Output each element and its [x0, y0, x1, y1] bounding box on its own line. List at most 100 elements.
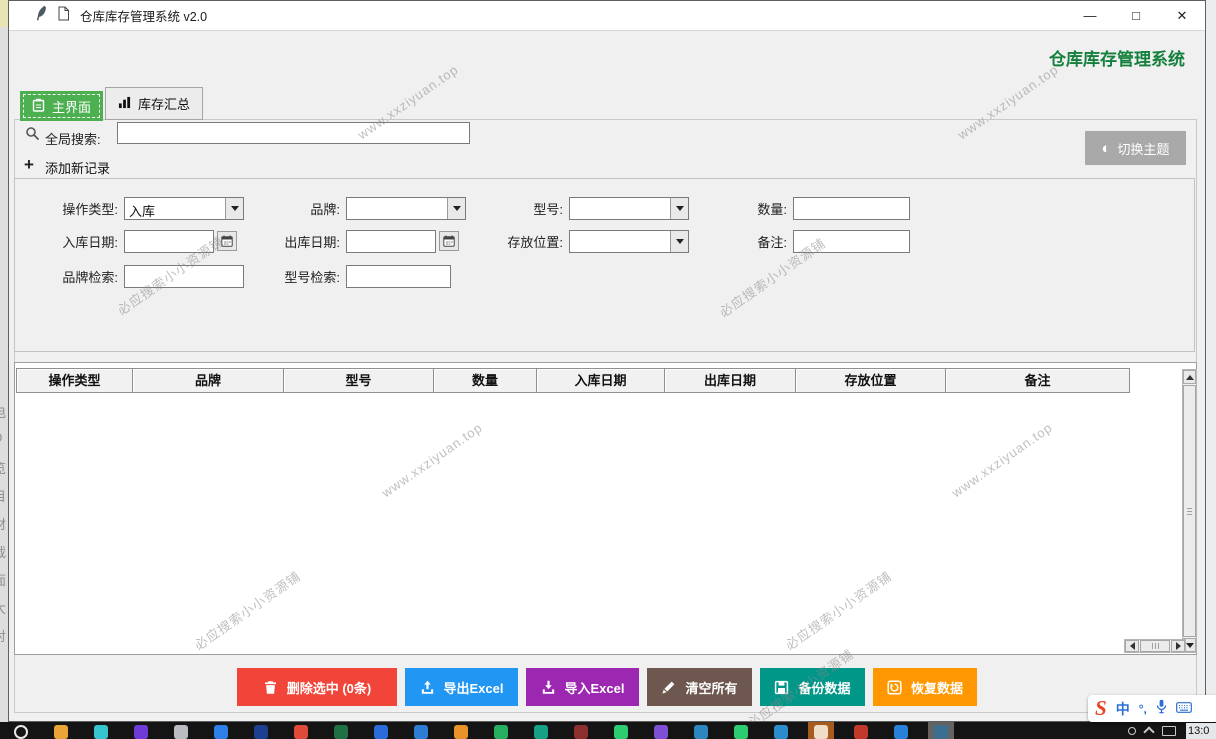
- taskbar-icon-gray-app[interactable]: [174, 722, 188, 739]
- model-combobox[interactable]: [569, 197, 689, 220]
- taskbar-icon-blue-app[interactable]: [414, 722, 428, 739]
- vertical-scrollbar[interactable]: [1182, 369, 1197, 653]
- tab-main[interactable]: 主界面: [20, 91, 103, 121]
- trash-icon: [263, 680, 278, 695]
- vertical-scroll-thumb[interactable]: [1183, 385, 1196, 637]
- storage-location-combobox[interactable]: [569, 230, 689, 253]
- horizontal-scrollbar[interactable]: [1124, 639, 1186, 653]
- form-field-outbound-date: 出库日期:: [237, 229, 459, 253]
- taskbar-icon-red-circle[interactable]: [574, 722, 588, 739]
- column-header-8[interactable]: 备注: [945, 368, 1130, 393]
- ime-punctuation-indicator[interactable]: °,: [1139, 702, 1147, 716]
- model-label: 型号:: [460, 199, 563, 218]
- global-search-input[interactable]: [117, 122, 470, 144]
- taskbar-icon-blue-m[interactable]: [694, 722, 708, 739]
- export-excel-button[interactable]: 导出Excel: [405, 668, 518, 706]
- backup-data-label: 备份数据: [798, 678, 850, 697]
- tray-dot-icon[interactable]: [1128, 727, 1136, 735]
- ime-toolbar[interactable]: S 中 °,: [1088, 695, 1216, 722]
- quantity-input[interactable]: [793, 197, 910, 220]
- column-header-2[interactable]: 品牌: [132, 368, 284, 393]
- taskbar-icon-cat-active[interactable]: [808, 722, 834, 739]
- microphone-icon[interactable]: [1156, 699, 1167, 719]
- taskbar-icon-green-square[interactable]: [734, 722, 748, 739]
- add-new-record-label[interactable]: 添加新记录: [45, 158, 110, 177]
- outbound-date-input[interactable]: [346, 230, 436, 253]
- system-tray[interactable]: [1128, 725, 1176, 736]
- taskbar-icon-orange-cat[interactable]: [454, 722, 468, 739]
- taskbar-icon-blue-p[interactable]: [374, 722, 388, 739]
- column-header-5[interactable]: 入库日期: [536, 368, 665, 393]
- column-header-7[interactable]: 存放位置: [795, 368, 946, 393]
- taskbar-icon-green-m[interactable]: [494, 722, 508, 739]
- switch-theme-button[interactable]: ◐ 切换主题: [1085, 131, 1186, 165]
- backup-data-button[interactable]: 备份数据: [760, 668, 865, 706]
- storage-location-label: 存放位置:: [460, 232, 563, 251]
- taskbar-icon-search[interactable]: [14, 722, 28, 739]
- inbound-date-input[interactable]: [124, 230, 214, 253]
- clear-all-button[interactable]: 清空所有: [647, 668, 752, 706]
- taskbar-icon-excel[interactable]: [334, 722, 348, 739]
- taskbar-icon-file-explorer[interactable]: [54, 722, 68, 739]
- calendar-icon[interactable]: [217, 231, 237, 251]
- taskbar-icon-premiere[interactable]: [134, 722, 148, 739]
- restore-data-label: 恢复数据: [911, 678, 963, 697]
- tray-caret-icon[interactable]: [1143, 726, 1154, 737]
- taskbar-icon-chrome[interactable]: [294, 722, 308, 739]
- footer-buttons: 删除选中 (0条) 导出Excel 导入Excel 清空所有 备份数据 恢复数据: [237, 668, 977, 706]
- restore-data-button[interactable]: 恢复数据: [873, 668, 977, 706]
- taskbar-icon-red-box[interactable]: [854, 722, 868, 739]
- export-excel-label: 导出Excel: [444, 678, 504, 697]
- calendar-icon[interactable]: [439, 231, 459, 251]
- column-header-3[interactable]: 型号: [283, 368, 434, 393]
- taskbar-icon-vscode[interactable]: [774, 722, 788, 739]
- ime-language-indicator[interactable]: 中: [1116, 699, 1130, 719]
- operation-type-value: 入库: [125, 198, 225, 219]
- background-window-text: 电: [0, 402, 6, 421]
- sogou-logo-icon[interactable]: S: [1095, 698, 1107, 719]
- import-excel-label: 导入Excel: [565, 678, 625, 697]
- brand-search-input[interactable]: [124, 265, 244, 288]
- keyboard-icon[interactable]: [1176, 700, 1192, 718]
- taskbar-icon-python[interactable]: [928, 722, 954, 739]
- taskbar-icon-purple-pen[interactable]: [654, 722, 668, 739]
- operation-type-combobox[interactable]: 入库: [124, 197, 244, 220]
- tray-keyboard-icon[interactable]: [1162, 726, 1176, 736]
- scroll-right-button[interactable]: [1171, 640, 1185, 652]
- column-header-1[interactable]: 操作类型: [16, 368, 133, 393]
- taskbar-icon-wechat[interactable]: [614, 722, 628, 739]
- storage-location-value: [570, 231, 670, 252]
- delete-selected-button[interactable]: 删除选中 (0条): [237, 668, 397, 706]
- clear-all-label: 清空所有: [685, 678, 737, 697]
- background-window-text: 目: [0, 486, 6, 505]
- taskbar-icon-teal-app[interactable]: [534, 722, 548, 739]
- model-search-label: 型号检索:: [237, 267, 340, 286]
- scroll-left-button[interactable]: [1125, 640, 1139, 652]
- model-value: [570, 198, 670, 219]
- scroll-up-button[interactable]: [1183, 370, 1196, 384]
- background-window-text: 览: [0, 458, 6, 477]
- remark-label: 备注:: [684, 232, 787, 251]
- background-window-text: D: [0, 430, 2, 445]
- save-icon: [774, 680, 789, 695]
- taskbar-icon-edge[interactable]: [94, 722, 108, 739]
- horizontal-scroll-thumb[interactable]: [1140, 640, 1170, 652]
- maximize-button[interactable]: □: [1113, 1, 1159, 30]
- taskbar-icon-blue-rounded[interactable]: [894, 722, 908, 739]
- close-button[interactable]: ✕: [1159, 1, 1205, 30]
- taskbar-icon-blue-folder[interactable]: [254, 722, 268, 739]
- form-field-model-search: 型号检索:: [237, 264, 451, 288]
- taskbar-icon-blue-plus[interactable]: [214, 722, 228, 739]
- form-field-remark: 备注:: [684, 229, 910, 253]
- brand-combobox[interactable]: [346, 197, 466, 220]
- switch-theme-label: 切换主题: [1118, 139, 1170, 158]
- search-icon: [25, 126, 40, 146]
- model-search-input[interactable]: [346, 265, 451, 288]
- tab-inventory-summary[interactable]: 库存汇总: [105, 87, 203, 120]
- import-excel-button[interactable]: 导入Excel: [526, 668, 639, 706]
- form-field-operation-type: 操作类型:入库: [15, 196, 244, 220]
- remark-input[interactable]: [793, 230, 910, 253]
- column-header-6[interactable]: 出库日期: [664, 368, 796, 393]
- column-header-4[interactable]: 数量: [433, 368, 537, 393]
- minimize-button[interactable]: —: [1067, 1, 1113, 30]
